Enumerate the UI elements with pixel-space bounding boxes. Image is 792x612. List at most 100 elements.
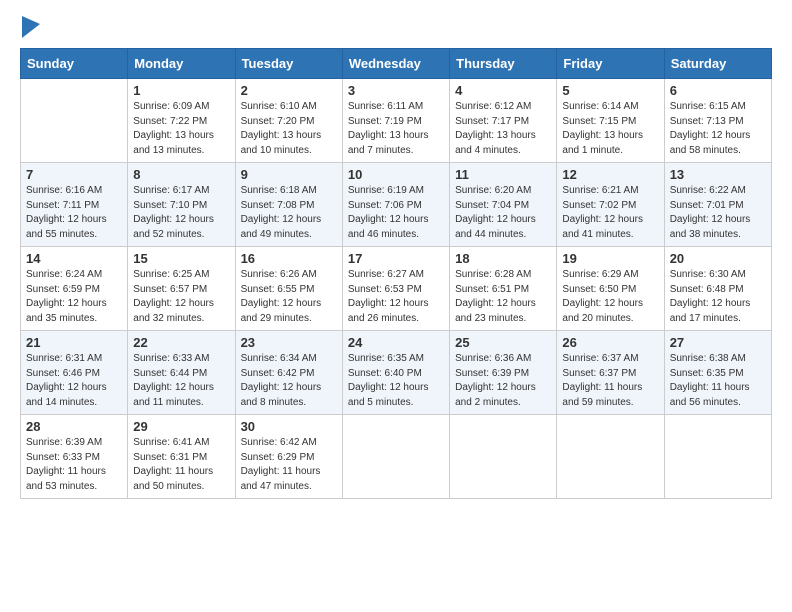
day-number: 1 bbox=[133, 83, 229, 98]
calendar-cell: 22 Sunrise: 6:33 AMSunset: 6:44 PMDayligh… bbox=[128, 331, 235, 415]
day-number: 29 bbox=[133, 419, 229, 434]
calendar-header-tuesday: Tuesday bbox=[235, 49, 342, 79]
cell-info: Sunrise: 6:35 AMSunset: 6:40 PMDaylight:… bbox=[348, 352, 444, 410]
cell-info: Sunrise: 6:15 AMSunset: 7:13 PMDaylight:… bbox=[670, 100, 766, 158]
cell-info: Sunrise: 6:17 AMSunset: 7:10 PMDaylight:… bbox=[133, 184, 229, 242]
cell-info: Sunrise: 6:14 AMSunset: 7:15 PMDaylight:… bbox=[562, 100, 658, 158]
calendar-cell bbox=[450, 415, 557, 499]
cell-info: Sunrise: 6:16 AMSunset: 7:11 PMDaylight:… bbox=[26, 184, 122, 242]
day-number: 30 bbox=[241, 419, 337, 434]
cell-info: Sunrise: 6:33 AMSunset: 6:44 PMDaylight:… bbox=[133, 352, 229, 410]
calendar-cell: 10 Sunrise: 6:19 AMSunset: 7:06 PMDayligh… bbox=[342, 163, 449, 247]
day-number: 8 bbox=[133, 167, 229, 182]
calendar-cell: 9 Sunrise: 6:18 AMSunset: 7:08 PMDaylight… bbox=[235, 163, 342, 247]
logo-icon bbox=[22, 16, 40, 38]
cell-info: Sunrise: 6:38 AMSunset: 6:35 PMDaylight:… bbox=[670, 352, 766, 410]
day-number: 22 bbox=[133, 335, 229, 350]
cell-info: Sunrise: 6:18 AMSunset: 7:08 PMDaylight:… bbox=[241, 184, 337, 242]
calendar-cell: 29 Sunrise: 6:41 AMSunset: 6:31 PMDayligh… bbox=[128, 415, 235, 499]
cell-info: Sunrise: 6:30 AMSunset: 6:48 PMDaylight:… bbox=[670, 268, 766, 326]
day-number: 2 bbox=[241, 83, 337, 98]
day-number: 19 bbox=[562, 251, 658, 266]
day-number: 21 bbox=[26, 335, 122, 350]
calendar-cell: 18 Sunrise: 6:28 AMSunset: 6:51 PMDayligh… bbox=[450, 247, 557, 331]
day-number: 15 bbox=[133, 251, 229, 266]
calendar-cell bbox=[342, 415, 449, 499]
calendar-cell: 6Sunrise: 6:15 AMSunset: 7:13 PMDaylight… bbox=[664, 79, 771, 163]
day-number: 7 bbox=[26, 167, 122, 182]
calendar-header-monday: Monday bbox=[128, 49, 235, 79]
day-number: 9 bbox=[241, 167, 337, 182]
cell-info: Sunrise: 6:41 AMSunset: 6:31 PMDaylight:… bbox=[133, 436, 229, 494]
calendar-week-row: 1Sunrise: 6:09 AMSunset: 7:22 PMDaylight… bbox=[21, 79, 772, 163]
logo bbox=[20, 16, 40, 38]
day-number: 5 bbox=[562, 83, 658, 98]
cell-info: Sunrise: 6:26 AMSunset: 6:55 PMDaylight:… bbox=[241, 268, 337, 326]
day-number: 10 bbox=[348, 167, 444, 182]
calendar-cell: 21 Sunrise: 6:31 AMSunset: 6:46 PMDayligh… bbox=[21, 331, 128, 415]
calendar-week-row: 7 Sunrise: 6:16 AMSunset: 7:11 PMDaylight… bbox=[21, 163, 772, 247]
calendar-cell: 5 Sunrise: 6:14 AMSunset: 7:15 PMDaylight… bbox=[557, 79, 664, 163]
calendar-cell: 1Sunrise: 6:09 AMSunset: 7:22 PMDaylight… bbox=[128, 79, 235, 163]
calendar-cell bbox=[21, 79, 128, 163]
day-number: 16 bbox=[241, 251, 337, 266]
calendar-week-row: 21 Sunrise: 6:31 AMSunset: 6:46 PMDayligh… bbox=[21, 331, 772, 415]
calendar-header-sunday: Sunday bbox=[21, 49, 128, 79]
calendar-cell: 25 Sunrise: 6:36 AMSunset: 6:39 PMDayligh… bbox=[450, 331, 557, 415]
cell-info: Sunrise: 6:39 AMSunset: 6:33 PMDaylight:… bbox=[26, 436, 122, 494]
calendar-week-row: 14 Sunrise: 6:24 AMSunset: 6:59 PMDayligh… bbox=[21, 247, 772, 331]
calendar-cell: 11 Sunrise: 6:20 AMSunset: 7:04 PMDayligh… bbox=[450, 163, 557, 247]
calendar-week-row: 28 Sunrise: 6:39 AMSunset: 6:33 PMDayligh… bbox=[21, 415, 772, 499]
calendar-header-thursday: Thursday bbox=[450, 49, 557, 79]
calendar-cell: 17Sunrise: 6:27 AMSunset: 6:53 PMDayligh… bbox=[342, 247, 449, 331]
calendar-cell: 20 Sunrise: 6:30 AMSunset: 6:48 PMDayligh… bbox=[664, 247, 771, 331]
day-number: 18 bbox=[455, 251, 551, 266]
calendar-cell: 7 Sunrise: 6:16 AMSunset: 7:11 PMDaylight… bbox=[21, 163, 128, 247]
cell-info: Sunrise: 6:36 AMSunset: 6:39 PMDaylight:… bbox=[455, 352, 551, 410]
cell-info: Sunrise: 6:29 AMSunset: 6:50 PMDaylight:… bbox=[562, 268, 658, 326]
calendar-cell: 15 Sunrise: 6:25 AMSunset: 6:57 PMDayligh… bbox=[128, 247, 235, 331]
day-number: 28 bbox=[26, 419, 122, 434]
day-number: 27 bbox=[670, 335, 766, 350]
day-number: 25 bbox=[455, 335, 551, 350]
day-number: 3 bbox=[348, 83, 444, 98]
calendar-cell: 13 Sunrise: 6:22 AMSunset: 7:01 PMDayligh… bbox=[664, 163, 771, 247]
calendar-cell: 8 Sunrise: 6:17 AMSunset: 7:10 PMDaylight… bbox=[128, 163, 235, 247]
calendar-cell: 19 Sunrise: 6:29 AMSunset: 6:50 PMDayligh… bbox=[557, 247, 664, 331]
day-number: 13 bbox=[670, 167, 766, 182]
cell-info: Sunrise: 6:20 AMSunset: 7:04 PMDaylight:… bbox=[455, 184, 551, 242]
calendar-cell: 23Sunrise: 6:34 AMSunset: 6:42 PMDayligh… bbox=[235, 331, 342, 415]
day-number: 20 bbox=[670, 251, 766, 266]
calendar-header-row: SundayMondayTuesdayWednesdayThursdayFrid… bbox=[21, 49, 772, 79]
calendar-header-saturday: Saturday bbox=[664, 49, 771, 79]
calendar-cell: 26Sunrise: 6:37 AMSunset: 6:37 PMDayligh… bbox=[557, 331, 664, 415]
cell-info: Sunrise: 6:12 AMSunset: 7:17 PMDaylight:… bbox=[455, 100, 551, 158]
cell-info: Sunrise: 6:10 AMSunset: 7:20 PMDaylight:… bbox=[241, 100, 337, 158]
day-number: 26 bbox=[562, 335, 658, 350]
cell-info: Sunrise: 6:27 AMSunset: 6:53 PMDaylight:… bbox=[348, 268, 444, 326]
calendar-table: SundayMondayTuesdayWednesdayThursdayFrid… bbox=[20, 48, 772, 499]
cell-info: Sunrise: 6:34 AMSunset: 6:42 PMDaylight:… bbox=[241, 352, 337, 410]
day-number: 12 bbox=[562, 167, 658, 182]
cell-info: Sunrise: 6:21 AMSunset: 7:02 PMDaylight:… bbox=[562, 184, 658, 242]
cell-info: Sunrise: 6:25 AMSunset: 6:57 PMDaylight:… bbox=[133, 268, 229, 326]
cell-info: Sunrise: 6:24 AMSunset: 6:59 PMDaylight:… bbox=[26, 268, 122, 326]
cell-info: Sunrise: 6:19 AMSunset: 7:06 PMDaylight:… bbox=[348, 184, 444, 242]
cell-info: Sunrise: 6:22 AMSunset: 7:01 PMDaylight:… bbox=[670, 184, 766, 242]
day-number: 4 bbox=[455, 83, 551, 98]
calendar-cell: 30Sunrise: 6:42 AMSunset: 6:29 PMDayligh… bbox=[235, 415, 342, 499]
calendar-cell: 3Sunrise: 6:11 AMSunset: 7:19 PMDaylight… bbox=[342, 79, 449, 163]
calendar-cell: 27 Sunrise: 6:38 AMSunset: 6:35 PMDayligh… bbox=[664, 331, 771, 415]
day-number: 11 bbox=[455, 167, 551, 182]
calendar-cell: 4 Sunrise: 6:12 AMSunset: 7:17 PMDaylight… bbox=[450, 79, 557, 163]
calendar-cell: 16 Sunrise: 6:26 AMSunset: 6:55 PMDayligh… bbox=[235, 247, 342, 331]
calendar-header-wednesday: Wednesday bbox=[342, 49, 449, 79]
cell-info: Sunrise: 6:28 AMSunset: 6:51 PMDaylight:… bbox=[455, 268, 551, 326]
cell-info: Sunrise: 6:31 AMSunset: 6:46 PMDaylight:… bbox=[26, 352, 122, 410]
calendar-header-friday: Friday bbox=[557, 49, 664, 79]
day-number: 14 bbox=[26, 251, 122, 266]
page-header bbox=[20, 16, 772, 38]
day-number: 24 bbox=[348, 335, 444, 350]
calendar-cell: 12 Sunrise: 6:21 AMSunset: 7:02 PMDayligh… bbox=[557, 163, 664, 247]
calendar-cell bbox=[557, 415, 664, 499]
